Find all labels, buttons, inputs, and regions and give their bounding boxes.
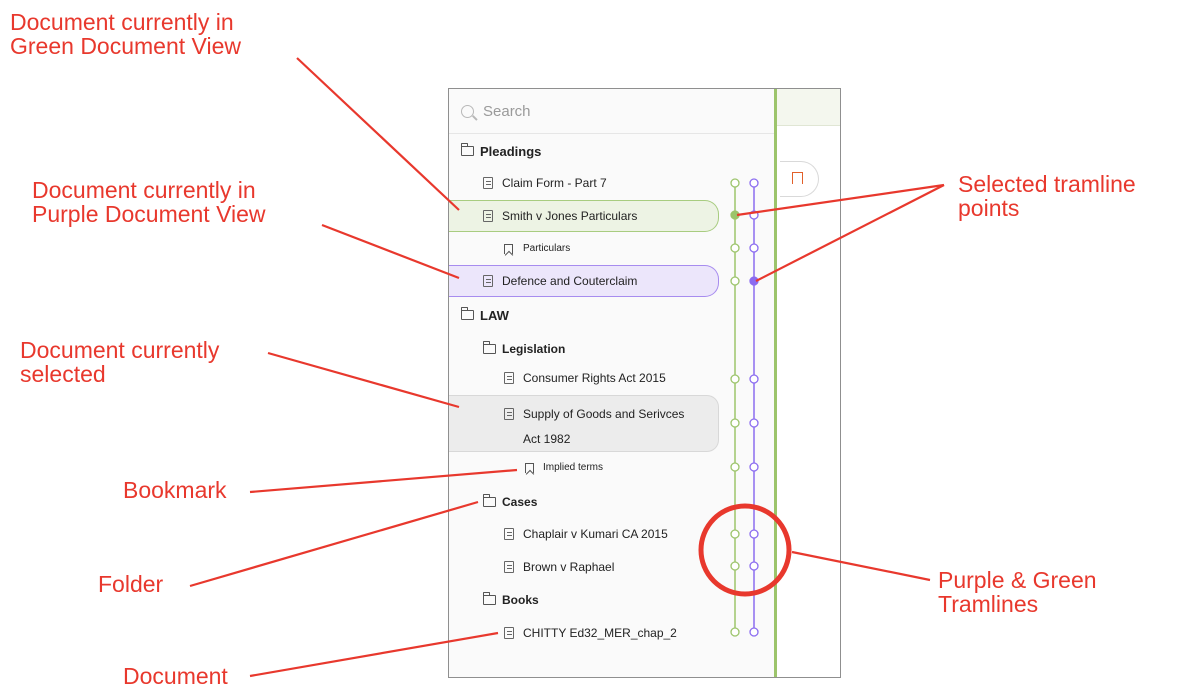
- folder-law[interactable]: LAW: [449, 300, 719, 330]
- document-icon: [504, 627, 514, 639]
- tree-item-supply-of-goods[interactable]: Supply of Goods and Serivces Act 1982: [449, 399, 719, 449]
- folder-label: Pleadings: [480, 144, 542, 159]
- document-icon: [504, 372, 514, 384]
- search-icon: [461, 105, 474, 118]
- leader-selected: [267, 351, 460, 409]
- bookmark-icon: [525, 463, 534, 473]
- leader-folder: [189, 500, 479, 588]
- callout-green-view: Document currently in Green Document Vie…: [10, 10, 241, 58]
- callout-purple-view-line1: Document currently in: [32, 177, 256, 203]
- folder-icon: [483, 494, 496, 507]
- document-icon: [483, 210, 493, 222]
- document-label: Claim Form - Part 7: [502, 176, 607, 190]
- folder-label: Legislation: [502, 342, 566, 356]
- folder-legislation[interactable]: Legislation: [449, 334, 719, 364]
- callout-green-view-line2: Green Document View: [10, 33, 241, 59]
- bookmark-label: Particulars: [523, 243, 571, 254]
- callout-tramlines-line2: Tramlines: [938, 591, 1039, 617]
- document-icon: [504, 528, 514, 540]
- green-view-divider: [774, 89, 777, 677]
- tree-item-brown[interactable]: Brown v Raphael: [449, 552, 719, 582]
- bookmark-icon: [504, 244, 513, 254]
- document-label-line1: Supply of Goods and Serivces: [523, 407, 685, 421]
- document-icon: [504, 408, 514, 420]
- document-label-line2: Act 1982: [523, 432, 571, 446]
- folder-icon: [461, 307, 474, 320]
- callout-tramline-points-line2: points: [958, 195, 1020, 221]
- view-tab[interactable]: [777, 89, 840, 126]
- tree-item-chaplair[interactable]: Chaplair v Kumari CA 2015: [449, 519, 719, 549]
- folder-pleadings[interactable]: Pleadings: [449, 136, 719, 166]
- document-label: Brown v Raphael: [523, 560, 615, 574]
- document-label: Consumer Rights Act 2015: [523, 371, 666, 385]
- callout-tramlines: Purple & Green Tramlines: [938, 568, 1097, 616]
- document-sidebar: Pleadings Claim Form - Part 7 Smith v Jo…: [448, 88, 841, 678]
- tree-item-implied-terms[interactable]: Implied terms: [449, 453, 719, 483]
- tree-item-smith-v-jones[interactable]: Smith v Jones Particulars: [449, 201, 719, 231]
- document-icon: [504, 561, 514, 573]
- callout-document: Document: [123, 663, 228, 689]
- tree-item-defence[interactable]: Defence and Couterclaim: [449, 266, 719, 296]
- callout-green-view-line1: Document currently in: [10, 9, 234, 35]
- tree-item-claim-form[interactable]: Claim Form - Part 7: [449, 168, 719, 198]
- callout-selected: Document currently selected: [20, 338, 219, 386]
- folder-icon: [461, 143, 474, 156]
- leader-purple-view: [321, 223, 460, 280]
- bookmark-button[interactable]: [780, 161, 819, 197]
- tree-item-particulars[interactable]: Particulars: [449, 234, 719, 264]
- folder-icon: [483, 341, 496, 354]
- document-label: Smith v Jones Particulars: [502, 209, 638, 223]
- callout-selected-line2: selected: [20, 361, 106, 387]
- document-label: Defence and Couterclaim: [502, 274, 638, 288]
- callout-tramline-points: Selected tramline points: [958, 172, 1136, 220]
- callout-purple-view: Document currently in Purple Document Vi…: [32, 178, 266, 226]
- folder-books[interactable]: Books: [449, 585, 719, 615]
- callout-folder: Folder: [98, 571, 164, 597]
- bookmark-icon: [792, 172, 803, 184]
- folder-label: Cases: [502, 495, 538, 509]
- folder-label: LAW: [480, 308, 509, 323]
- leader-green-view: [296, 57, 460, 211]
- search-bar: [449, 89, 774, 134]
- document-icon: [483, 275, 493, 287]
- tree-item-consumer-rights[interactable]: Consumer Rights Act 2015: [449, 363, 719, 393]
- folder-label: Books: [502, 593, 539, 607]
- callout-tramline-points-line1: Selected tramline: [958, 171, 1136, 197]
- bookmark-label: Implied terms: [543, 462, 604, 473]
- callout-bookmark: Bookmark: [123, 477, 227, 503]
- folder-cases[interactable]: Cases: [449, 487, 719, 517]
- document-icon: [483, 177, 493, 189]
- tree-item-chitty[interactable]: CHITTY Ed32_MER_chap_2: [449, 618, 719, 648]
- callout-purple-view-line2: Purple Document View: [32, 201, 266, 227]
- callout-tramlines-line1: Purple & Green: [938, 567, 1097, 593]
- callout-selected-line1: Document currently: [20, 337, 220, 363]
- search-input[interactable]: [483, 100, 743, 122]
- folder-icon: [483, 592, 496, 605]
- document-label: Chaplair v Kumari CA 2015: [523, 527, 668, 541]
- document-label: CHITTY Ed32_MER_chap_2: [523, 626, 677, 640]
